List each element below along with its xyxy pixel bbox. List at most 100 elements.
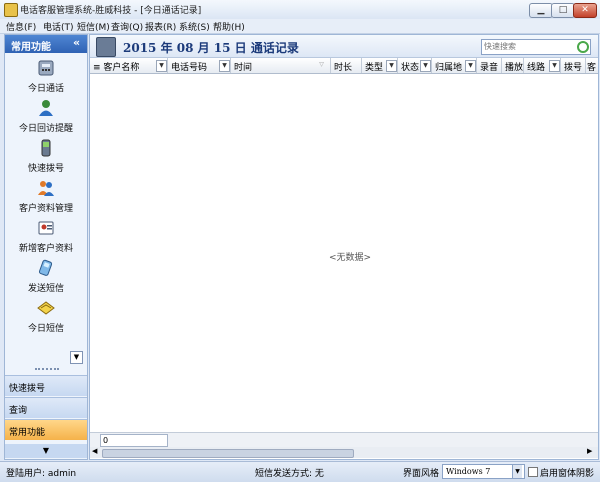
sort-icon[interactable]: ▽ bbox=[317, 60, 326, 70]
sidebar-header-label: 常用功能 bbox=[11, 42, 51, 53]
ui-style-value: Windows 7 bbox=[446, 467, 491, 476]
main-panel: 2015 年 08 月 15 日 通话记录 ≡ 客户名称▼ 电话号码▼ 时间▽ … bbox=[89, 34, 599, 460]
scroll-thumb[interactable] bbox=[102, 449, 354, 458]
send-sms-icon bbox=[38, 259, 53, 276]
shadow-checkbox[interactable] bbox=[528, 467, 538, 477]
ui-style-label: 界面风格 bbox=[403, 469, 440, 479]
status-bar: 登陆用户: admin 短信发送方式: 无 界面风格 Windows 7 ▼ 启… bbox=[0, 461, 600, 482]
filter-dropdown-icon[interactable]: ▼ bbox=[386, 60, 397, 72]
sidebar-item-label: 新增客户资料 bbox=[18, 244, 73, 254]
filter-dropdown-icon[interactable]: ▼ bbox=[465, 60, 476, 72]
mobile-phone-icon bbox=[41, 139, 51, 157]
column-label: 客 bbox=[587, 63, 597, 73]
search-icon[interactable] bbox=[577, 41, 589, 53]
tab-common-functions[interactable]: 常用功能 bbox=[5, 419, 87, 440]
column-label: 线路 bbox=[527, 63, 546, 73]
column-customer[interactable]: 客 bbox=[586, 58, 598, 73]
column-status[interactable]: 状态 ▼ bbox=[398, 58, 432, 73]
menu-phone[interactable]: 电话(T) bbox=[43, 20, 74, 33]
column-play[interactable]: 播放 bbox=[502, 58, 524, 73]
sidebar-item-add-customer[interactable]: 新增客户资料 bbox=[5, 219, 87, 259]
sidebar-item-quick-dial[interactable]: 快速拨号 bbox=[5, 139, 87, 179]
sidebar-item-today-calls[interactable]: 今日通话 bbox=[5, 59, 87, 99]
chevron-down-icon[interactable]: ▼ bbox=[512, 465, 522, 478]
person-reminder-icon bbox=[39, 100, 53, 116]
filter-dropdown-icon[interactable]: ▼ bbox=[156, 60, 167, 72]
menu-system[interactable]: 系统(S) bbox=[179, 20, 210, 33]
tab-label: 常用功能 bbox=[9, 428, 46, 438]
minimize-button[interactable]: ▁ bbox=[529, 3, 553, 18]
grid-header: ≡ 客户名称 ▼ 电话号码 ▼ 时间 ▽ 时长 类型 ▼ 状态 ▼ 归属地 ▼ 录音 播放 … bbox=[90, 58, 598, 74]
app-icon bbox=[4, 3, 18, 17]
sidebar-item-label: 今日回访提醒 bbox=[18, 124, 73, 134]
sidebar-item-label: 今日短信 bbox=[27, 324, 64, 334]
ui-style-select[interactable]: Windows 7 ▼ bbox=[442, 464, 525, 479]
scroll-left-icon[interactable]: ◀ bbox=[92, 447, 97, 455]
login-user: 登陆用户: admin bbox=[6, 469, 77, 479]
column-dial[interactable]: 拨号 bbox=[561, 58, 586, 73]
filter-dropdown-icon[interactable]: ▼ bbox=[219, 60, 230, 72]
filter-dropdown-icon[interactable]: ▼ bbox=[420, 60, 431, 72]
filter-dropdown-icon[interactable]: ▼ bbox=[549, 60, 560, 72]
menu-help[interactable]: 帮助(H) bbox=[213, 20, 245, 33]
column-label: 播放 bbox=[505, 63, 524, 73]
tab-query[interactable]: 查询 bbox=[5, 397, 87, 418]
column-label: 类型 bbox=[365, 63, 384, 73]
add-customer-icon bbox=[38, 221, 54, 235]
menu-sms[interactable]: 短信(M) bbox=[77, 20, 110, 33]
column-label: 电话号码 bbox=[171, 63, 208, 73]
menu-report[interactable]: 报表(R) bbox=[145, 20, 176, 33]
column-type[interactable]: 类型 ▼ bbox=[362, 58, 398, 73]
page-header: 2015 年 08 月 15 日 通话记录 bbox=[90, 35, 598, 58]
column-label: 归属地 bbox=[435, 63, 463, 73]
column-label: 时长 bbox=[334, 63, 353, 73]
tab-quick-dial[interactable]: 快速拨号 bbox=[5, 375, 87, 396]
grid-body[interactable]: <无数据> bbox=[90, 74, 598, 432]
sms-envelope-icon bbox=[37, 301, 55, 315]
page-title: 2015 年 08 月 15 日 通话记录 bbox=[123, 41, 299, 55]
column-phone-number[interactable]: 电话号码 ▼ bbox=[168, 58, 231, 73]
shadow-label: 启用窗体阴影 bbox=[540, 469, 595, 479]
column-label: 时间 bbox=[234, 63, 253, 73]
menu-bar: 信息(F) 电话(T) 短信(M) 查询(Q) 报表(R) 系统(S) 帮助(H… bbox=[0, 19, 600, 34]
customers-icon bbox=[38, 181, 54, 196]
record-count: 0 bbox=[100, 434, 168, 447]
column-time[interactable]: 时间 ▽ bbox=[231, 58, 331, 73]
column-customer-name[interactable]: ≡ 客户名称 ▼ bbox=[90, 58, 168, 73]
more-items-button[interactable]: ▼ bbox=[70, 351, 83, 364]
column-line[interactable]: 线路 ▼ bbox=[524, 58, 561, 73]
close-button[interactable]: ✕ bbox=[573, 3, 597, 18]
phone-icon bbox=[96, 37, 116, 57]
phone-icon bbox=[38, 60, 54, 76]
column-label: ≡ 客户名称 bbox=[93, 63, 140, 73]
column-location[interactable]: 归属地 ▼ bbox=[432, 58, 477, 73]
sidebar-item-label: 快速拨号 bbox=[27, 164, 64, 174]
empty-message: <无数据> bbox=[329, 253, 372, 263]
sidebar-header: 常用功能 « bbox=[5, 35, 87, 53]
sidebar-item-label: 客户资料管理 bbox=[18, 204, 73, 214]
sidebar-item-customer-manage[interactable]: 客户资料管理 bbox=[5, 179, 87, 219]
sidebar-item-today-sms[interactable]: 今日短信 bbox=[5, 299, 87, 339]
splitter-grip[interactable] bbox=[35, 368, 59, 373]
scroll-right-icon[interactable]: ▶ bbox=[587, 447, 592, 455]
sidebar-item-send-sms[interactable]: 发送短信 bbox=[5, 259, 87, 299]
sidebar: 常用功能 « 今日通话 今日回访提醒 快速拨号 客户资料管理 新增客户资料 发送… bbox=[4, 34, 88, 460]
column-label: 拨号 bbox=[564, 63, 583, 73]
search-input[interactable] bbox=[484, 41, 572, 52]
column-recording[interactable]: 录音 bbox=[477, 58, 502, 73]
column-label: 状态 bbox=[401, 63, 420, 73]
menu-info[interactable]: 信息(F) bbox=[6, 20, 36, 33]
sidebar-item-revisit[interactable]: 今日回访提醒 bbox=[5, 99, 87, 139]
sidebar-item-label: 发送短信 bbox=[27, 284, 64, 294]
collapse-icon[interactable]: « bbox=[73, 36, 80, 49]
menu-query[interactable]: 查询(Q) bbox=[111, 20, 143, 33]
search-box[interactable] bbox=[481, 39, 591, 55]
tab-label: 查询 bbox=[9, 406, 28, 416]
horizontal-scrollbar[interactable]: ◀ ▶ bbox=[90, 447, 598, 458]
column-label: 录音 bbox=[480, 63, 499, 73]
maximize-button[interactable]: □ bbox=[551, 3, 575, 18]
chevron-down-icon[interactable]: ▼ bbox=[5, 444, 87, 458]
grid-footer: 0 bbox=[90, 432, 598, 447]
column-duration[interactable]: 时长 bbox=[331, 58, 362, 73]
window-title: 电话客服管理系统-胜威科技 - [今日通话记录] bbox=[20, 6, 202, 16]
